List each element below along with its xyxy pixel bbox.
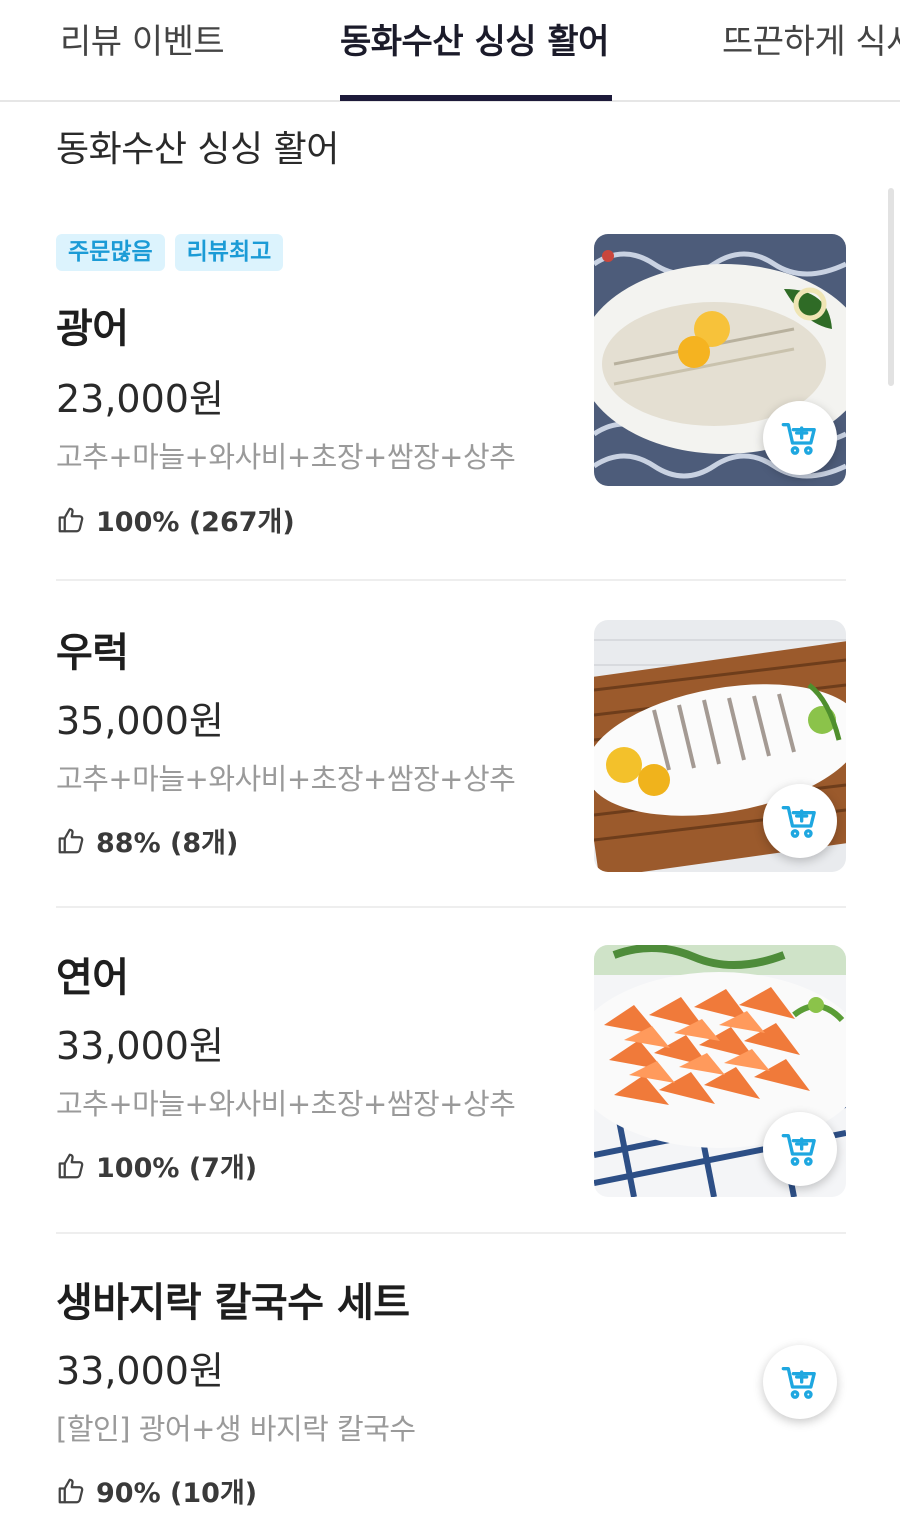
add-to-cart-icon — [781, 1134, 816, 1166]
add-to-cart-button[interactable] — [763, 1112, 837, 1186]
add-to-cart-icon — [781, 423, 816, 455]
menu-item-name: 연어 — [56, 955, 129, 1001]
menu-item-description: 고추+마늘+와사비+초장+쌈장+상추 — [56, 440, 516, 474]
menu-item-description: 고추+마늘+와사비+초장+쌈장+상추 — [56, 762, 516, 796]
menu-item-rating: 100% (267개) — [56, 500, 295, 539]
category-tab-bar: 리뷰 이벤트 동화수산 싱싱 활어 뜨끈하게 식사 — [0, 0, 900, 102]
add-to-cart-button[interactable] — [763, 784, 837, 858]
menu-item-name: 우럭 — [56, 630, 129, 676]
divider — [56, 906, 846, 908]
section-title: 동화수산 싱싱 활어 — [56, 129, 339, 170]
badge-best-review: 리뷰최고 — [174, 234, 284, 271]
menu-item-photo[interactable] — [594, 234, 846, 486]
menu-item-price: 35,000원 — [56, 699, 224, 743]
rating-text: 90% (10개) — [96, 1478, 258, 1509]
scrollbar[interactable] — [888, 188, 894, 386]
rating-text: 88% (8개) — [96, 828, 239, 859]
divider — [56, 579, 846, 581]
add-to-cart-icon — [781, 806, 816, 838]
badge-group: 주문많음 리뷰최고 — [56, 234, 284, 271]
menu-item-description: 고추+마늘+와사비+초장+쌈장+상추 — [56, 1087, 516, 1121]
thumbs-up-icon — [58, 1478, 84, 1503]
menu-item-name: 광어 — [56, 306, 129, 352]
rating-text: 100% (267개) — [96, 507, 295, 538]
tab-review-event[interactable]: 리뷰 이벤트 — [60, 14, 225, 63]
menu-item-rating: 100% (7개) — [56, 1146, 257, 1185]
rating-text: 100% (7개) — [96, 1153, 258, 1184]
active-tab-indicator — [340, 95, 612, 101]
add-to-cart-button[interactable] — [763, 1345, 837, 1419]
add-to-cart-icon — [781, 1367, 816, 1399]
menu-item-description: [할인] 광어+생 바지락 칼국수 — [56, 1412, 416, 1446]
menu-item-rating: 88% (8개) — [56, 821, 238, 860]
menu-item-rating: 90% (10개) — [56, 1471, 257, 1510]
tab-hot-meal[interactable]: 뜨끈하게 식사 — [722, 14, 900, 63]
divider — [56, 1232, 846, 1234]
thumbs-up-icon — [58, 507, 84, 532]
menu-item-price: 33,000원 — [56, 1024, 224, 1068]
menu-item-price: 23,000원 — [56, 377, 224, 421]
thumbs-up-icon — [58, 828, 84, 853]
thumbs-up-icon — [58, 1153, 84, 1178]
menu-item-photo[interactable] — [594, 945, 846, 1197]
add-to-cart-button[interactable] — [763, 401, 837, 475]
badge-popular: 주문많음 — [56, 234, 165, 271]
menu-item-name: 생바지락 칼국수 세트 — [56, 1280, 410, 1326]
menu-item-photo[interactable] — [594, 620, 846, 872]
tab-live-fish[interactable]: 동화수산 싱싱 활어 — [340, 14, 609, 63]
menu-item-price: 33,000원 — [56, 1349, 224, 1393]
